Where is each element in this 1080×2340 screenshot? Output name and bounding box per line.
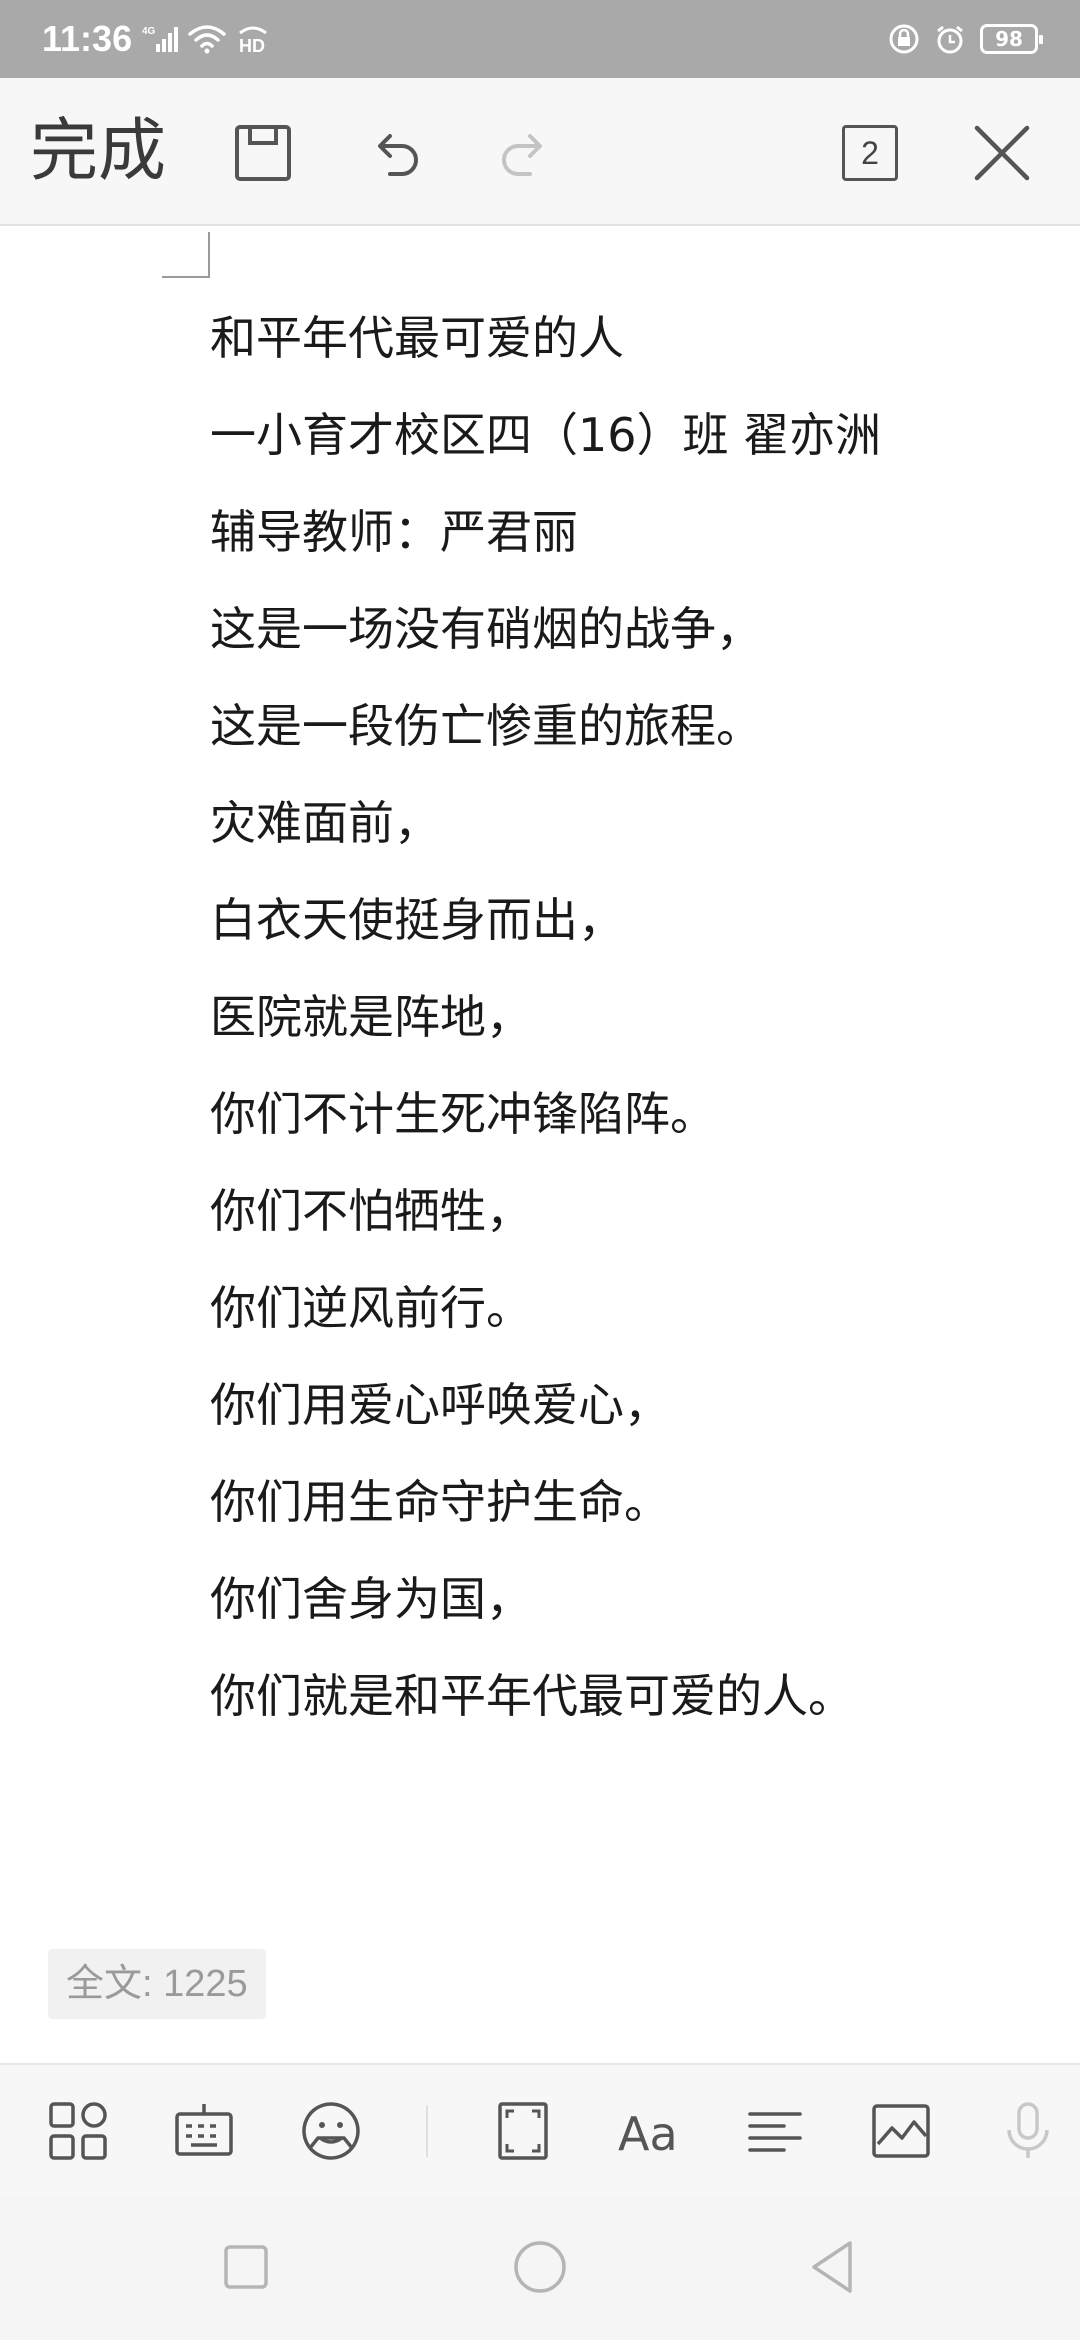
battery-indicator: 98 xyxy=(980,24,1043,54)
document-editor[interactable]: 和平年代最可爱的人 一小育才校区四（16）班 翟亦洲 辅导教师：严君丽 这是一场… xyxy=(0,228,1080,2060)
doc-author[interactable]: 一小育才校区四（16）班 翟亦洲 xyxy=(210,387,1030,484)
redo-icon[interactable] xyxy=(490,118,560,188)
doc-line[interactable]: 这是一段伤亡惨重的旅程。 xyxy=(210,678,1030,775)
fullscreen-icon[interactable] xyxy=(490,2098,556,2164)
document-body[interactable]: 和平年代最可爱的人 一小育才校区四（16）班 翟亦洲 辅导教师：严君丽 这是一场… xyxy=(210,290,1030,1745)
doc-line[interactable]: 你们舍身为国， xyxy=(210,1551,1030,1648)
font-glyph: Aa xyxy=(618,2107,678,2161)
align-icon[interactable] xyxy=(742,2098,808,2164)
toolbar-divider xyxy=(426,2105,428,2157)
doc-line[interactable]: 你们逆风前行。 xyxy=(210,1260,1030,1357)
lock-rotation-icon xyxy=(889,24,919,54)
hd-icon: HD xyxy=(239,26,268,55)
status-bar: 11:36 4G HD 98 xyxy=(0,0,1080,78)
apps-icon[interactable] xyxy=(45,2098,111,2164)
system-nav-bar xyxy=(0,2195,1080,2340)
cellular-signal-icon: 4G xyxy=(142,26,179,52)
doc-line[interactable]: 灾难面前， xyxy=(210,775,1030,872)
doc-line[interactable]: 你们用生命守护生命。 xyxy=(210,1454,1030,1551)
font-icon[interactable]: Aa xyxy=(616,2098,682,2164)
doc-title[interactable]: 和平年代最可爱的人 xyxy=(210,290,1030,387)
doc-line[interactable]: 这是一场没有硝烟的战争， xyxy=(210,581,1030,678)
save-icon[interactable] xyxy=(228,118,298,188)
alarm-icon xyxy=(937,25,963,54)
undo-icon[interactable] xyxy=(360,118,430,188)
page-count-button[interactable]: 2 xyxy=(842,125,898,181)
doc-teacher[interactable]: 辅导教师：严君丽 xyxy=(210,484,1030,581)
image-icon[interactable] xyxy=(868,2098,934,2164)
doc-line[interactable]: 你们不计生死冲锋陷阵。 xyxy=(210,1066,1030,1163)
status-time: 11:36 xyxy=(42,18,133,59)
word-count-badge: 全文: 1225 xyxy=(48,1949,266,2019)
editor-toolbar: 完成 2 xyxy=(0,78,1080,226)
back-icon[interactable] xyxy=(804,2237,864,2297)
wifi-icon xyxy=(188,25,226,54)
microphone-icon[interactable] xyxy=(995,2098,1061,2164)
close-icon[interactable] xyxy=(967,118,1037,188)
status-right: 98 xyxy=(888,23,1043,55)
network-badge: 4G xyxy=(142,26,156,37)
recents-icon[interactable] xyxy=(216,2237,276,2297)
doc-line[interactable]: 你们就是和平年代最可爱的人。 xyxy=(210,1648,1030,1745)
sticker-icon[interactable] xyxy=(298,2098,364,2164)
doc-line[interactable]: 白衣天使挺身而出， xyxy=(210,872,1030,969)
edit-toolbar: Aa xyxy=(0,2063,1080,2195)
doc-line[interactable]: 医院就是阵地， xyxy=(210,969,1030,1066)
home-icon[interactable] xyxy=(510,2237,570,2297)
hd-badge: HD xyxy=(239,36,265,55)
done-button[interactable]: 完成 xyxy=(30,112,166,192)
doc-line[interactable]: 你们不怕牺牲， xyxy=(210,1163,1030,1260)
margin-corner-mark xyxy=(162,232,210,278)
keyboard-icon[interactable] xyxy=(171,2098,237,2164)
doc-line[interactable]: 你们用爱心呼唤爱心， xyxy=(210,1357,1030,1454)
status-left: 11:36 4G HD xyxy=(42,18,270,60)
